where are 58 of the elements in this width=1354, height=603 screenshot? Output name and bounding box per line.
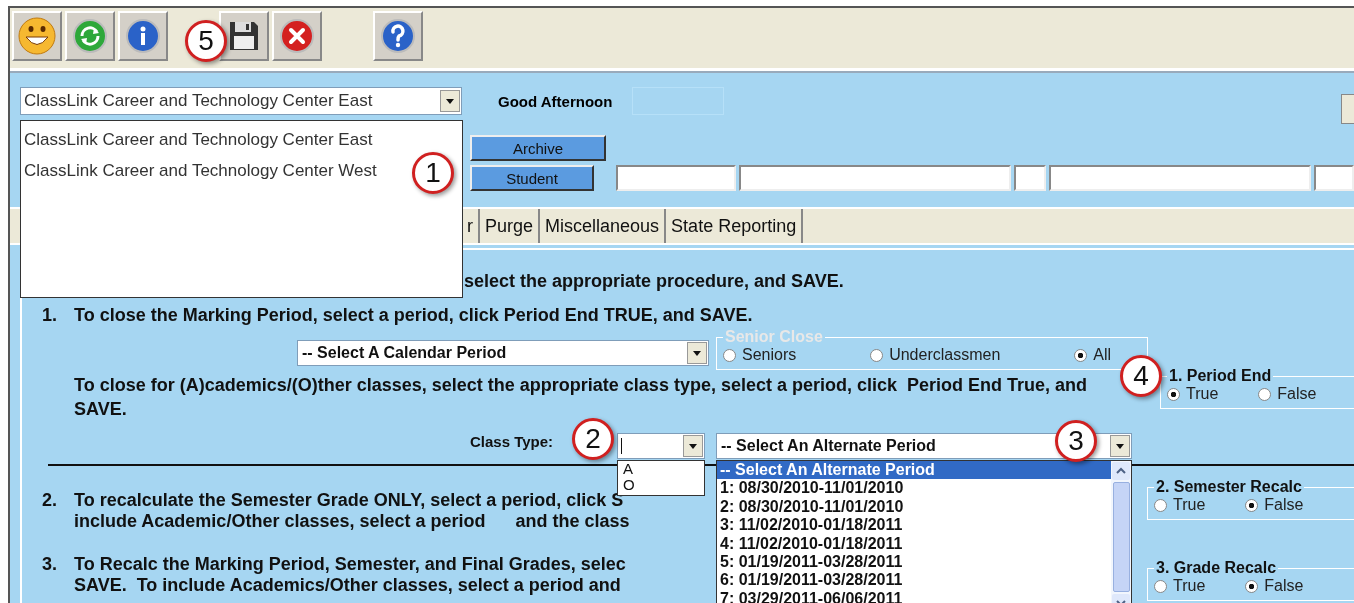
list-option[interactable]: 5: 01/19/2011-03/28/2011: [717, 553, 1111, 572]
list-option[interactable]: O: [620, 477, 704, 493]
list-option[interactable]: 1: 08/30/2010-11/01/2010: [717, 479, 1111, 498]
group-title: 1. Period End: [1168, 367, 1273, 385]
close-button[interactable]: [272, 11, 322, 61]
edge-button[interactable]: [1341, 94, 1354, 124]
text-field[interactable]: [1014, 165, 1046, 191]
group-title: 3. Grade Recalc: [1155, 559, 1278, 577]
scrollbar[interactable]: [1111, 461, 1131, 603]
radio-option[interactable]: True: [1154, 577, 1206, 595]
radio-option[interactable]: False: [1258, 385, 1317, 403]
info-icon: [125, 18, 161, 54]
text-field[interactable]: [1049, 165, 1311, 191]
radio-option[interactable]: False: [1245, 496, 1304, 514]
list-option[interactable]: ClassLink Career and Technology Center East: [21, 124, 373, 155]
student-button[interactable]: Student: [470, 165, 594, 191]
group-title: 2. Semester Recalc: [1155, 478, 1303, 496]
list-option[interactable]: -- Select An Alternate Period: [717, 461, 1111, 480]
refresh-button[interactable]: [65, 11, 115, 61]
school-select[interactable]: ClassLink Career and Technology Center East: [20, 87, 462, 115]
refresh-icon: [72, 18, 108, 54]
instruction-text: To Recalc the Marking Period, Semester, and Final Grades, selec: [74, 554, 626, 575]
instruction-text: SAVE. To include Academics/Other classes, select a period and: [74, 575, 621, 596]
radio-option[interactable]: True: [1154, 496, 1206, 514]
instruction-text: To close the Marking Period, select a period, click Period End TRUE, and SAVE.: [74, 305, 753, 326]
list-option[interactable]: 3: 11/02/2010-01/18/2011: [717, 516, 1111, 535]
group-title: Senior Close: [724, 328, 824, 346]
close-icon: [279, 18, 315, 54]
instruction-text: select the appropriate procedure, and SAVE.: [463, 270, 845, 293]
smiley-icon: [17, 16, 57, 56]
step-number: 3.: [42, 554, 58, 576]
smiley-button[interactable]: [12, 11, 62, 61]
calendar-period-select[interactable]: -- Select A Calendar Period: [297, 340, 709, 366]
class-type-label: Class Type:: [470, 433, 554, 450]
greeting-text: Good Afternoon: [498, 92, 613, 110]
list-option[interactable]: ClassLink Career and Technology Center West: [21, 155, 377, 186]
text-field[interactable]: [739, 165, 1011, 191]
scroll-thumb[interactable]: [1112, 482, 1130, 592]
list-option[interactable]: 6: 01/19/2011-03/28/2011: [717, 571, 1111, 590]
text-cursor: [621, 438, 622, 454]
radio-option[interactable]: True: [1167, 385, 1219, 403]
list-option[interactable]: 2: 08/30/2010-11/01/2010: [717, 497, 1111, 517]
archive-button[interactable]: Archive: [470, 135, 606, 161]
step-number: 1.: [42, 305, 58, 326]
scroll-up-icon[interactable]: [1112, 462, 1130, 480]
help-button[interactable]: [373, 11, 423, 61]
help-icon: [380, 18, 416, 54]
step-number: 2.: [42, 490, 58, 512]
text-field[interactable]: [1314, 165, 1354, 191]
radio-option[interactable]: False: [1245, 577, 1304, 595]
text-field[interactable]: [616, 165, 736, 191]
save-button[interactable]: [219, 11, 269, 61]
instruction-text: include Academic/Other classes, select a period and the class: [74, 511, 630, 532]
class-type-select[interactable]: [617, 433, 705, 459]
instruction-text: To close for (A)cademics/(O)ther classes, select the appropriate class type, select a period, click Period End True, and SAVE.: [74, 374, 1089, 421]
list-option[interactable]: A: [620, 461, 704, 477]
info-button[interactable]: [118, 11, 168, 61]
list-option[interactable]: 4: 11/02/2010-01/18/2011: [717, 534, 1111, 554]
